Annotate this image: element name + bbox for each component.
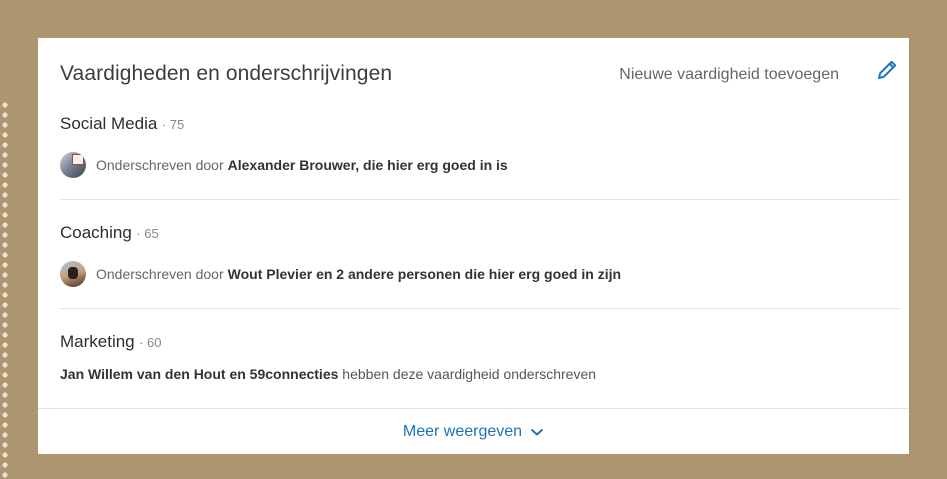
endorsement-line: Onderschreven door Wout Plevier en 2 and… <box>60 261 900 287</box>
skill-item-marketing: Marketing · 60 Jan Willem van den Hout e… <box>60 332 900 382</box>
endorsement-line: Jan Willem van den Hout en 59connecties … <box>60 366 900 382</box>
endorsement-count[interactable]: · 75 <box>162 117 184 132</box>
endorser-link[interactable]: Wout Plevier en 2 andere personen die hi… <box>228 266 621 282</box>
endorsement-line: Onderschreven door Alexander Brouwer, di… <box>60 152 900 178</box>
divider <box>60 308 900 309</box>
skill-name[interactable]: Coaching <box>60 223 132 242</box>
skill-item-coaching: Coaching · 65 Onderschreven door Wout Pl… <box>60 223 900 287</box>
skill-heading: Marketing · 60 <box>60 332 900 356</box>
card-footer: Meer weergeven <box>38 408 909 454</box>
show-more-button[interactable]: Meer weergeven <box>403 423 544 441</box>
skill-heading: Coaching · 65 <box>60 223 900 247</box>
card-header: Vaardigheden en onderschrijvingen Nieuwe… <box>38 38 909 106</box>
card-title: Vaardigheden en onderschrijvingen <box>60 62 393 85</box>
avatar[interactable] <box>60 261 86 287</box>
endorsement-suffix: hebben deze vaardigheid onderschreven <box>342 366 597 382</box>
pencil-icon[interactable] <box>875 58 899 82</box>
divider <box>60 199 900 200</box>
skill-item-social-media: Social Media · 75 Onderschreven door Ale… <box>60 114 900 178</box>
skills-endorsements-card: Vaardigheden en onderschrijvingen Nieuwe… <box>38 38 909 454</box>
endorsement-prefix: Onderschreven door <box>96 266 224 282</box>
endorsement-prefix: Onderschreven door <box>96 157 224 173</box>
skill-name[interactable]: Marketing <box>60 332 135 351</box>
endorser-link[interactable]: Alexander Brouwer, die hier erg goed in … <box>228 157 508 173</box>
endorser-link[interactable]: Jan Willem van den Hout en 59connecties <box>60 366 338 382</box>
skill-name[interactable]: Social Media <box>60 114 157 133</box>
add-skill-link[interactable]: Nieuwe vaardigheid toevoegen <box>619 66 839 84</box>
endorsement-count[interactable]: · 60 <box>139 335 161 350</box>
decorative-dot-border <box>0 100 10 479</box>
chevron-down-icon <box>531 428 544 435</box>
avatar[interactable] <box>60 152 86 178</box>
endorsement-count[interactable]: · 65 <box>136 226 158 241</box>
show-more-label: Meer weergeven <box>402 422 523 440</box>
skill-heading: Social Media · 75 <box>60 114 900 138</box>
